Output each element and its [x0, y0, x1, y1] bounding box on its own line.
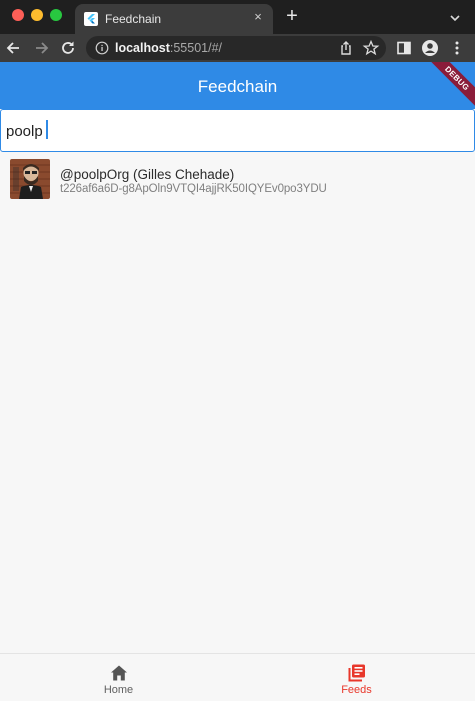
avatar [10, 159, 50, 199]
url-text: localhost:55501/#/ [115, 41, 222, 55]
browser-toolbar: localhost:55501/#/ [0, 34, 475, 62]
nav-item-home[interactable]: Home [0, 654, 237, 701]
profile-icon[interactable] [420, 38, 440, 58]
chevron-down-icon[interactable] [449, 11, 461, 23]
url-path: :55501/#/ [169, 41, 223, 55]
browser-tabstrip: Feedchain × + [0, 0, 475, 34]
browser-tab[interactable]: Feedchain × [75, 4, 273, 34]
back-arrow-icon[interactable] [4, 38, 24, 58]
window-zoom-button[interactable] [50, 9, 62, 21]
window-minimize-button[interactable] [31, 9, 43, 21]
result-name: @poolpOrg (Gilles Chehade) [60, 167, 235, 182]
nav-item-feeds[interactable]: Feeds [238, 654, 475, 701]
result-public-key: t226af6a6D-g8ApOln9VTQI4ajjRK50IQYEv0po3… [60, 183, 327, 195]
address-bar[interactable]: localhost:55501/#/ [86, 36, 386, 60]
app-title: Feedchain [197, 77, 278, 96]
nav-label-home: Home [103, 684, 134, 696]
text-caret [46, 120, 48, 139]
side-panel-icon[interactable] [394, 38, 414, 58]
home-icon [109, 664, 129, 682]
tab-title: Feedchain [105, 12, 162, 26]
reload-icon[interactable] [58, 38, 78, 58]
url-host: localhost [115, 41, 170, 55]
forward-arrow-icon[interactable] [31, 38, 51, 58]
bookmark-star-icon[interactable] [362, 39, 380, 57]
app-viewport: Feedchain DEBUG poolp @poolpOrg (Gilles … [0, 62, 475, 701]
more-options-icon[interactable] [447, 38, 467, 58]
feeds-icon [347, 664, 367, 682]
new-tab-button[interactable]: + [283, 5, 301, 29]
app-bar: Feedchain DEBUG [0, 62, 475, 115]
search-input[interactable] [6, 120, 306, 142]
window-close-button[interactable] [12, 9, 24, 21]
share-icon[interactable] [337, 39, 355, 57]
search-field[interactable] [0, 109, 475, 152]
info-icon[interactable] [95, 41, 109, 55]
flutter-icon [84, 12, 98, 26]
bottom-navigation-bar: Home Feeds [0, 653, 475, 701]
list-item[interactable]: @poolpOrg (Gilles Chehade) t226af6a6D-g8… [0, 152, 475, 207]
nav-label-feeds: Feeds [341, 684, 372, 696]
close-tab-icon[interactable]: × [251, 9, 265, 27]
